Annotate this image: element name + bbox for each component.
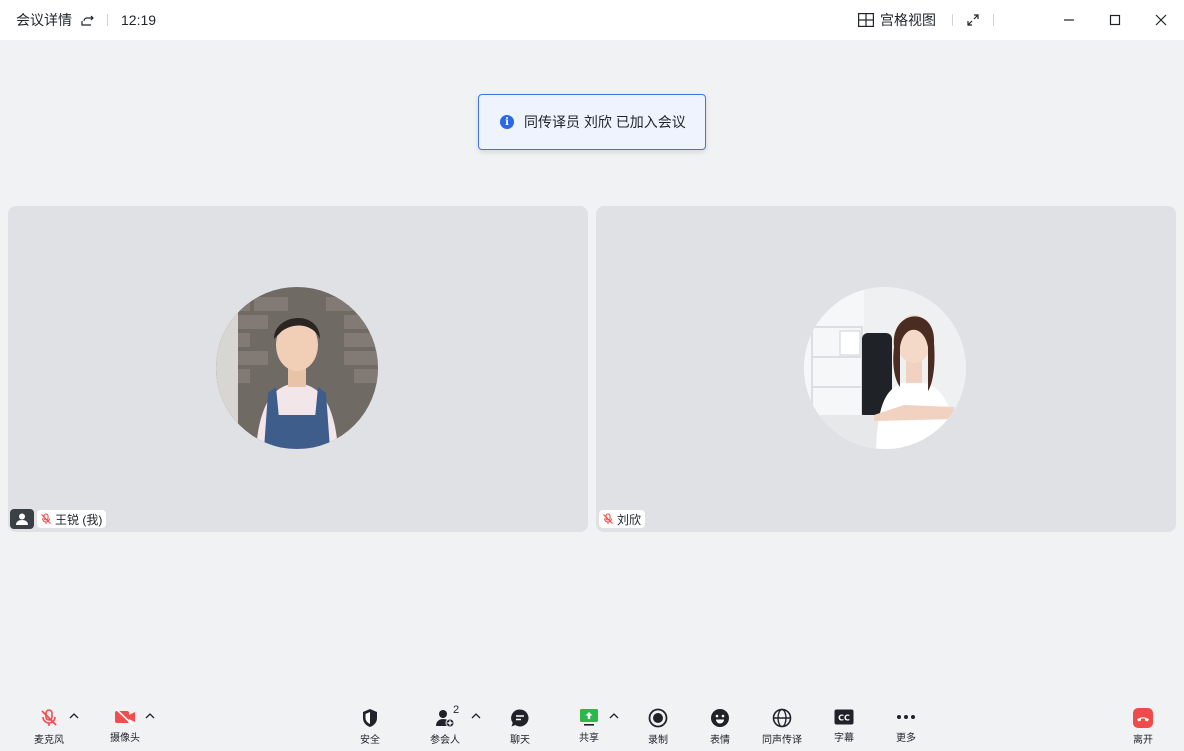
meeting-clock: 12:19 <box>121 12 157 28</box>
reaction-label: 表情 <box>710 735 730 746</box>
divider <box>993 14 994 26</box>
participants-button[interactable]: 2 参会人 <box>418 704 472 746</box>
close-icon <box>1155 14 1167 26</box>
participant-name: 刘欣 <box>617 512 642 527</box>
security-label: 安全 <box>360 735 380 746</box>
more-label: 更多 <box>896 733 916 744</box>
share-screen-icon <box>580 709 598 726</box>
mic-muted-icon <box>41 709 57 726</box>
participant-name-tag: 刘欣 <box>599 509 646 529</box>
mic-muted-icon <box>603 513 613 524</box>
participants-label: 参会人 <box>430 735 460 746</box>
avatar <box>804 287 966 449</box>
chevron-up-icon <box>609 713 619 719</box>
mic-muted-icon <box>41 513 51 524</box>
chevron-up-icon <box>145 713 155 719</box>
avatar <box>216 287 378 449</box>
share-icon[interactable] <box>80 13 94 27</box>
share-label: 共享 <box>579 733 599 744</box>
close-button[interactable] <box>1138 0 1184 40</box>
fullscreen-button[interactable] <box>953 0 993 40</box>
leave-meeting-button[interactable]: 离开 <box>1116 708 1170 746</box>
globe-icon <box>772 708 792 728</box>
info-icon: i <box>500 115 514 129</box>
microphone-label: 麦克风 <box>34 735 64 746</box>
participant-count: 2 <box>453 704 460 716</box>
chevron-up-icon <box>471 713 481 719</box>
participant-name-tag: 王锐 (我) <box>10 509 107 529</box>
more-icon <box>897 715 915 719</box>
interpretation-label: 同声传译 <box>762 735 802 746</box>
camera-label: 摄像头 <box>110 733 140 744</box>
grid-view-button[interactable]: 宫格视图 <box>858 10 936 30</box>
microphone-options-caret[interactable] <box>68 711 80 721</box>
expand-icon <box>967 14 979 26</box>
maximize-button[interactable] <box>1092 0 1138 40</box>
chat-icon <box>511 709 529 727</box>
record-button[interactable]: 录制 <box>631 708 685 746</box>
camera-options-caret[interactable] <box>144 711 156 721</box>
chat-label: 聊天 <box>510 735 530 746</box>
join-notification-toast: i 同传译员 刘欣 已加入会议 <box>478 94 706 150</box>
toast-message: 同传译员 刘欣 已加入会议 <box>524 114 686 130</box>
security-button[interactable]: 安全 <box>343 708 397 746</box>
minimize-button[interactable] <box>1046 0 1092 40</box>
participants-options-caret[interactable] <box>470 711 482 721</box>
interpretation-button[interactable]: 同声传译 <box>755 708 809 746</box>
share-options-caret[interactable] <box>608 711 620 721</box>
camera-off-icon <box>115 708 135 726</box>
shield-icon <box>363 709 377 727</box>
title-bar: 会议详情 12:19 宫格视图 <box>0 0 1184 40</box>
svg-text:CC: CC <box>838 714 850 723</box>
hang-up-icon <box>1133 708 1153 728</box>
divider <box>107 14 108 26</box>
record-label: 录制 <box>648 735 668 746</box>
maximize-icon <box>1109 14 1121 26</box>
captions-icon: CC <box>834 709 854 725</box>
record-icon <box>648 708 668 728</box>
more-button[interactable]: 更多 <box>879 708 933 744</box>
chevron-up-icon <box>69 713 79 719</box>
video-tile-self[interactable]: 王锐 (我) <box>8 206 588 532</box>
meeting-details-link[interactable]: 会议详情 <box>16 10 72 30</box>
minimize-icon <box>1064 19 1074 21</box>
grid-icon <box>858 13 874 27</box>
participants-icon <box>436 710 455 728</box>
leave-label: 离开 <box>1133 735 1153 746</box>
meeting-toolbar: 麦克风 摄像头 安全 2 参会人 聊天 共享 录制 表情 同声传译 CC 字幕 … <box>0 700 1184 751</box>
chat-button[interactable]: 聊天 <box>493 708 547 746</box>
captions-label: 字幕 <box>834 733 854 744</box>
reaction-button[interactable]: 表情 <box>693 708 747 746</box>
user-icon <box>10 509 34 529</box>
participant-name: 王锐 (我) <box>55 512 103 527</box>
emoji-icon <box>711 709 729 727</box>
captions-button[interactable]: CC 字幕 <box>817 708 871 744</box>
video-tile-participant[interactable]: 刘欣 <box>596 206 1176 532</box>
grid-view-label: 宫格视图 <box>880 12 936 28</box>
